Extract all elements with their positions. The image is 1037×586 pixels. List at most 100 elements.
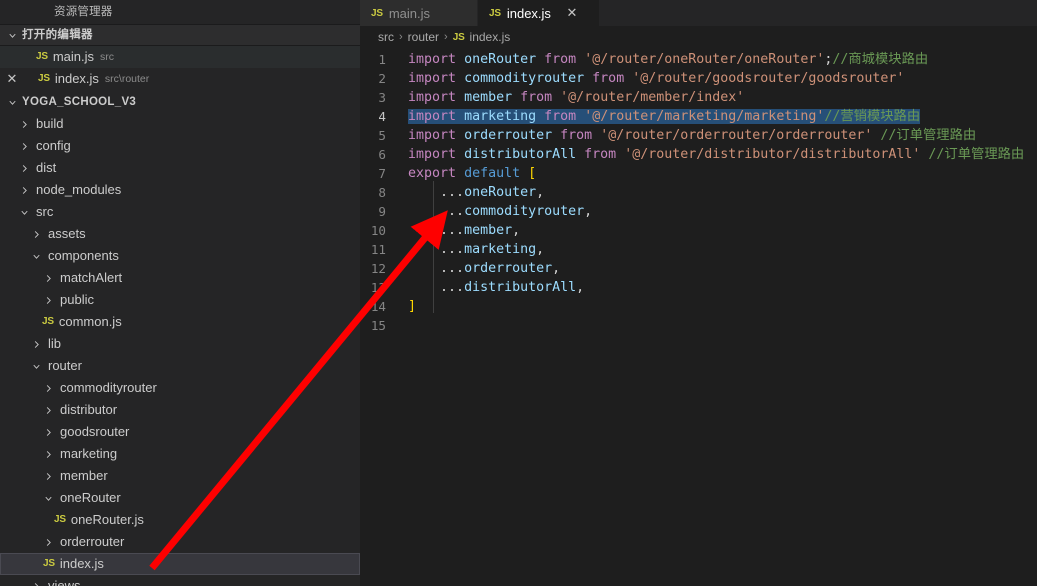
- tree-item-label: oneRouter: [60, 490, 121, 505]
- code-token: ,: [576, 280, 585, 295]
- code-line[interactable]: 11 ...marketing,: [360, 240, 1037, 259]
- breadcrumb-part-router[interactable]: router: [408, 30, 439, 44]
- code-token: import: [408, 52, 457, 67]
- tree-folder-build[interactable]: build: [0, 113, 360, 135]
- tab-indexjs[interactable]: JS index.js ✕: [478, 0, 600, 26]
- tree-item-label: orderrouter: [60, 534, 125, 549]
- editor-pane: JS main.js JS index.js ✕ src › router › …: [360, 0, 1037, 586]
- code-line[interactable]: 12 ...orderrouter,: [360, 259, 1037, 278]
- code-line-text: import marketing from '@/router/marketin…: [408, 107, 1037, 126]
- chevron-right-icon[interactable]: [28, 336, 44, 352]
- tree-file-common-js[interactable]: JS common.js: [0, 311, 360, 333]
- open-editor-item-indexjs[interactable]: ✕ JS index.js src\router: [0, 68, 360, 90]
- code-line[interactable]: 14]: [360, 297, 1037, 316]
- js-file-icon: JS: [36, 51, 48, 62]
- project-section-header[interactable]: YOGA_SCHOOL_V3: [0, 91, 360, 113]
- code-line[interactable]: 2 import commodityrouter from '@/router/g…: [360, 69, 1037, 88]
- tree-folder-public[interactable]: public: [0, 289, 360, 311]
- chevron-right-icon[interactable]: [40, 468, 56, 484]
- vscode-window: 资源管理器 打开的编辑器 JS main.js src ✕ JS index.j…: [0, 0, 1037, 586]
- code-line[interactable]: 9 ...commodityrouter,: [360, 202, 1037, 221]
- tree-folder-config[interactable]: config: [0, 135, 360, 157]
- chevron-right-icon[interactable]: [16, 138, 32, 154]
- tree-folder-commodityrouter[interactable]: commodityrouter: [0, 377, 360, 399]
- chevron-right-icon[interactable]: [40, 380, 56, 396]
- chevron-right-icon[interactable]: [28, 226, 44, 242]
- chevron-right-icon[interactable]: [40, 402, 56, 418]
- tree-folder-orderrouter[interactable]: orderrouter: [0, 531, 360, 553]
- tree-item-label: goodsrouter: [60, 424, 130, 439]
- chevron-right-icon[interactable]: [16, 160, 32, 176]
- code-token: member: [464, 90, 513, 105]
- chevron-right-icon[interactable]: [40, 446, 56, 462]
- chevron-down-icon[interactable]: [40, 490, 56, 506]
- code-line[interactable]: 10 ...member,: [360, 221, 1037, 240]
- code-line[interactable]: 5 import orderrouter from '@/router/order…: [360, 126, 1037, 145]
- code-line[interactable]: 1 import oneRouter from '@/router/oneRout…: [360, 50, 1037, 69]
- tree-folder-distributor[interactable]: distributor: [0, 399, 360, 421]
- line-number: 5: [378, 128, 386, 143]
- open-editor-name: main.js: [52, 49, 95, 64]
- tree-folder-dist[interactable]: dist: [0, 157, 360, 179]
- tree-file-index-js[interactable]: JS index.js: [0, 553, 360, 575]
- tree-folder-components[interactable]: components: [0, 245, 360, 267]
- tree-folder-lib[interactable]: lib: [0, 333, 360, 355]
- chevron-right-icon[interactable]: [16, 116, 32, 132]
- line-number: 6: [378, 147, 386, 162]
- code-token: ,: [536, 242, 545, 257]
- tree-folder-member[interactable]: member: [0, 465, 360, 487]
- code-token: ...: [440, 223, 465, 238]
- code-line[interactable]: 6 import distributorAll from '@/router/di…: [360, 145, 1037, 164]
- tree-folder-node_modules[interactable]: node_modules: [0, 179, 360, 201]
- code-editor-content[interactable]: 1 import oneRouter from '@/router/oneRout…: [360, 48, 1037, 586]
- chevron-right-icon: ›: [399, 31, 403, 43]
- chevron-right-icon[interactable]: [40, 270, 56, 286]
- code-token: orderrouter: [464, 261, 553, 276]
- chevron-down-icon[interactable]: [28, 358, 44, 374]
- code-token: oneRouter: [464, 52, 537, 67]
- tree-folder-src[interactable]: src: [0, 201, 360, 223]
- chevron-right-icon[interactable]: [40, 292, 56, 308]
- chevron-right-icon[interactable]: [40, 534, 56, 550]
- tree-folder-router[interactable]: router: [0, 355, 360, 377]
- code-token: ...: [440, 261, 465, 276]
- tree-folder-goodsrouter[interactable]: goodsrouter: [0, 421, 360, 443]
- open-editors-section-header[interactable]: 打开的编辑器: [0, 24, 360, 46]
- tree-folder-onerouter[interactable]: oneRouter: [0, 487, 360, 509]
- close-icon[interactable]: ✕: [565, 5, 579, 21]
- tree-folder-marketing[interactable]: marketing: [0, 443, 360, 465]
- code-token: from: [592, 71, 625, 86]
- code-token: orderrouter: [464, 128, 553, 143]
- tree-file-onerouter-js[interactable]: JS oneRouter.js: [0, 509, 360, 531]
- js-file-icon: JS: [42, 316, 54, 327]
- close-icon[interactable]: ✕: [4, 71, 20, 87]
- chevron-down-icon[interactable]: [16, 204, 32, 220]
- code-token: oneRouter: [464, 185, 537, 200]
- code-line[interactable]: 13 ...distributorAll,: [360, 278, 1037, 297]
- chevron-right-icon[interactable]: [40, 424, 56, 440]
- breadcrumb-part-file[interactable]: index.js: [470, 30, 511, 44]
- tree-folder-views[interactable]: views: [0, 575, 360, 586]
- code-line[interactable]: 7 export default [: [360, 164, 1037, 183]
- open-editor-item-mainjs[interactable]: JS main.js src: [0, 46, 360, 68]
- chevron-right-icon[interactable]: [16, 182, 32, 198]
- tab-mainjs[interactable]: JS main.js: [360, 0, 478, 26]
- breadcrumb-part-src[interactable]: src: [378, 30, 394, 44]
- code-line[interactable]: 15: [360, 316, 1037, 335]
- tree-folder-assets[interactable]: assets: [0, 223, 360, 245]
- code-token: '@/router/member/index': [560, 90, 745, 105]
- open-editor-desc: src\router: [104, 73, 150, 85]
- tree-folder-matchalert[interactable]: matchAlert: [0, 267, 360, 289]
- line-number: 13: [370, 280, 386, 295]
- chevron-down-icon[interactable]: [28, 248, 44, 264]
- code-line[interactable]: 8 ...oneRouter,: [360, 183, 1037, 202]
- js-file-icon: JS: [38, 73, 50, 84]
- code-line[interactable]: 3 import member from '@/router/member/ind…: [360, 88, 1037, 107]
- chevron-right-icon[interactable]: [28, 578, 44, 586]
- code-line[interactable]: 4 import marketing from '@/router/marketi…: [360, 107, 1037, 126]
